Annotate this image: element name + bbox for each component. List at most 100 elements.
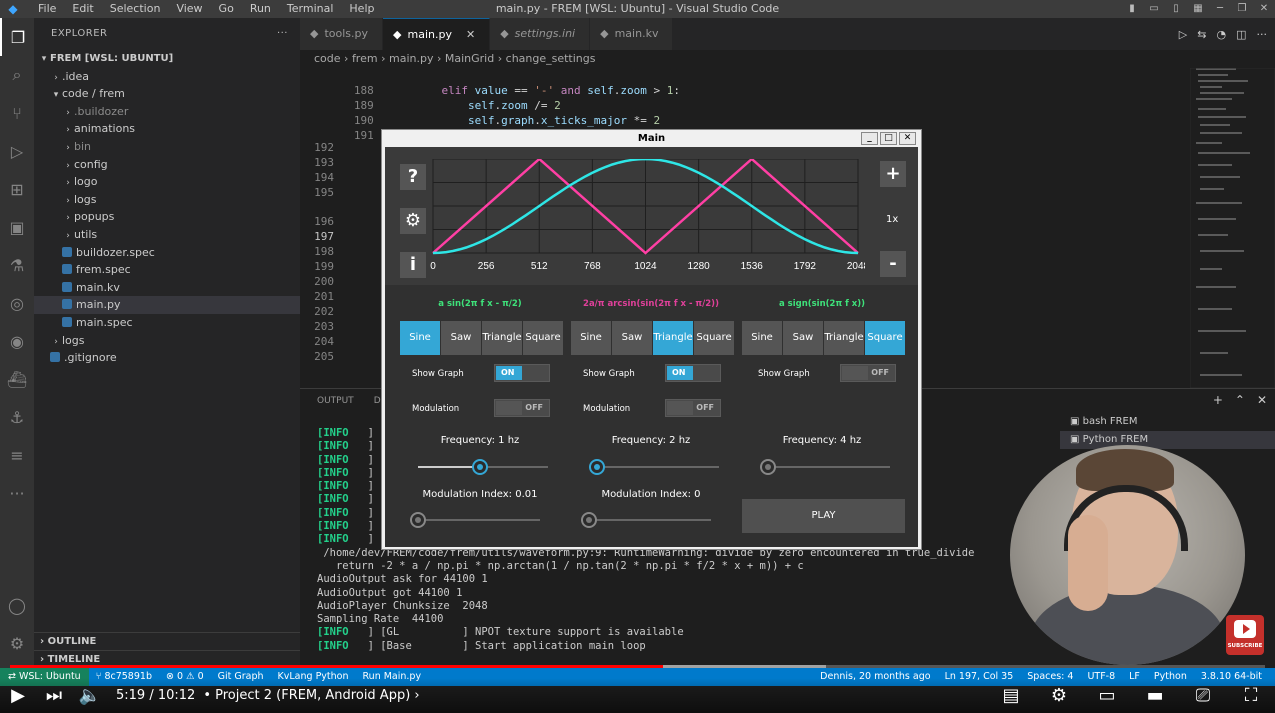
modulation-index-slider[interactable] [581,512,711,528]
wave-button-sine[interactable]: Sine [400,321,440,355]
modulation-toggle[interactable]: OFF [665,399,721,417]
file-item[interactable]: frem.spec [34,261,300,279]
slider-thumb[interactable] [760,459,776,475]
breadcrumb-item[interactable]: change_settings [506,52,596,65]
frequency-slider[interactable] [589,459,719,475]
new-terminal-icon[interactable]: + [1213,393,1223,407]
tab-tools-py[interactable]: ◆ tools.py [300,18,384,50]
layout-icon[interactable]: ▮ [1121,0,1143,18]
wave-button-saw[interactable]: Saw [783,321,823,355]
minimize-icon[interactable]: ─ [1209,0,1231,18]
frequency-slider[interactable] [418,459,548,475]
git-lens-icon[interactable]: ◉ [0,322,34,360]
maximize-icon[interactable]: ❐ [1231,0,1253,18]
more-actions-icon[interactable]: ··· [1257,28,1268,41]
tab-settings-ini[interactable]: ◆ settings.ini [490,18,591,50]
tab-output[interactable]: OUTPUT [317,389,354,413]
wave-button-square[interactable]: Square [523,321,563,355]
folder-item[interactable]: › utils [34,226,300,244]
settings-gear-icon[interactable]: ⚙ [400,208,426,234]
show-graph-toggle[interactable]: ON [494,364,550,382]
close-icon[interactable]: ✕ [899,132,916,145]
zoom-out-button[interactable]: - [880,251,906,277]
customize-layout-icon[interactable]: ▦ [1187,0,1209,18]
menu-run[interactable]: Run [242,0,279,18]
folder-item[interactable]: › animations [34,120,300,138]
next-icon[interactable]: ⏭ [36,681,72,711]
outline-section[interactable]: › OUTLINE [34,632,300,650]
file-item[interactable]: main.kv [34,279,300,297]
video-progress-bar[interactable] [10,665,1265,668]
show-graph-toggle[interactable]: ON [665,364,721,382]
more-actions-icon[interactable]: ··· [277,18,288,50]
folder-item[interactable]: › popups [34,208,300,226]
folder-item[interactable]: › logs [34,191,300,209]
panel-toggle-icon[interactable]: ▭ [1143,0,1165,18]
settings-gear-icon[interactable]: ⚙ [0,624,34,662]
folder-item[interactable]: › logo [34,173,300,191]
slider-thumb[interactable] [589,459,605,475]
menu-edit[interactable]: Edit [64,0,101,18]
folder-item[interactable]: › logs [34,332,300,350]
run-file-icon[interactable]: ▷ [1179,28,1187,41]
close-tab-icon[interactable]: ✕ [466,19,475,51]
play-button[interactable]: PLAY [742,499,905,533]
settings-icon[interactable]: ⚙ [1035,681,1083,711]
workspace-root[interactable]: ▾ FREM [WSL: UBUNTU] [34,50,300,68]
menu-help[interactable]: Help [341,0,382,18]
minimize-icon[interactable]: _ [861,132,878,145]
play-icon[interactable]: ▶ [0,681,36,711]
folder-item[interactable]: › config [34,156,300,174]
minimap[interactable] [1189,67,1275,389]
volume-icon[interactable]: 🔈 [72,681,108,711]
split-editor-icon[interactable]: ◫ [1236,28,1246,41]
folder-item[interactable]: ▾ code / frem [34,85,300,103]
frequency-slider[interactable] [760,459,890,475]
menu-go[interactable]: Go [211,0,242,18]
video-chapter[interactable]: • Project 2 (FREM, Android App) › [203,688,419,703]
sidebar-toggle-icon[interactable]: ▯ [1165,0,1187,18]
close-icon[interactable]: ✕ [1253,0,1275,18]
modulation-toggle[interactable]: OFF [494,399,550,417]
miniplayer-icon[interactable]: ▭ [1083,681,1131,711]
source-control-icon[interactable]: ⑂ [0,94,34,132]
extensions-icon[interactable]: ⊞ [0,170,34,208]
fullscreen-icon[interactable]: ⛶ [1227,681,1275,711]
outline-icon[interactable]: ≡ [0,436,34,474]
wave-button-saw[interactable]: Saw [612,321,652,355]
file-item[interactable]: main.spec [34,314,300,332]
maximize-panel-icon[interactable]: ⌃ [1235,393,1245,407]
breadcrumb-item[interactable]: MainGrid [445,52,494,65]
folder-item[interactable]: › bin [34,138,300,156]
deploy-icon[interactable]: ⚓ [0,398,34,436]
wave-button-triangle[interactable]: Triangle [824,321,864,355]
wave-button-square[interactable]: Square [865,321,905,355]
info-button[interactable]: i [400,252,426,278]
subscribe-button[interactable]: SUBSCRIBE [1226,615,1264,655]
cast-icon[interactable]: ⎚ [1179,681,1227,711]
testing-icon[interactable]: ⚗ [0,246,34,284]
search-icon[interactable]: ⌕ [0,56,34,94]
terminal-bash[interactable]: ▣ bash FREM [1060,413,1275,431]
breadcrumb-item[interactable]: code [314,52,341,65]
file-item[interactable]: buildozer.spec [34,244,300,262]
slider-thumb[interactable] [471,459,488,475]
zoom-in-button[interactable]: + [880,161,906,187]
slider-thumb[interactable] [410,512,426,528]
menu-selection[interactable]: Selection [102,0,169,18]
menu-view[interactable]: View [168,0,210,18]
tab-main-kv[interactable]: ◆ main.kv [590,18,674,50]
account-icon[interactable]: ◯ [0,586,34,624]
show-graph-toggle[interactable]: OFF [840,364,896,382]
run-debug-icon[interactable]: ▷ [0,132,34,170]
menu-terminal[interactable]: Terminal [279,0,342,18]
git-graph-icon[interactable]: ◎ [0,284,34,322]
modulation-index-slider[interactable] [410,512,540,528]
theater-mode-icon[interactable]: ▬ [1131,681,1179,711]
terminal-python[interactable]: ▣ Python FREM [1060,431,1275,449]
tab-main-py[interactable]: ◆ main.py ✕ [383,18,491,51]
docker-icon[interactable]: ⛴ [0,360,34,398]
file-item[interactable]: main.py [34,296,300,314]
more-icon[interactable]: ··· [0,474,34,512]
wave-button-square[interactable]: Square [694,321,734,355]
